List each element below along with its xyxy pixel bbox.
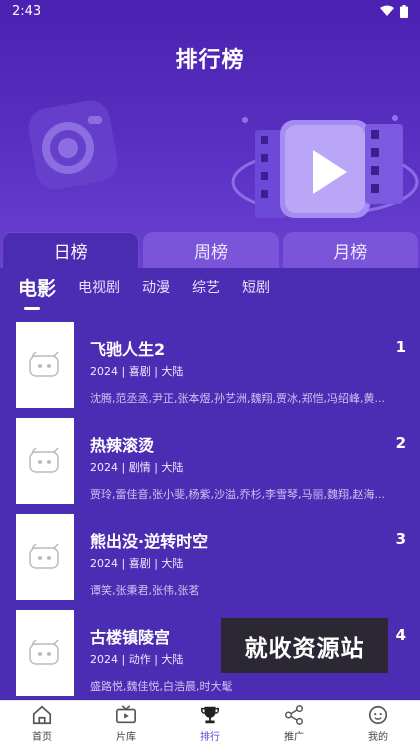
category-tab-variety[interactable]: 综艺: [192, 277, 220, 297]
category-tab-short[interactable]: 短剧: [242, 277, 270, 297]
placeholder-image-icon: [29, 640, 59, 665]
nav-label: 我的: [368, 732, 388, 743]
bottom-nav: 首页 片库 排行 推广 我的: [0, 700, 420, 746]
tab-monthly[interactable]: 月榜: [282, 232, 418, 268]
rank-number: 4: [395, 626, 406, 644]
movie-cast: 盛路悦,魏佳悦,白浩晨,时大髦: [90, 680, 233, 693]
battery-icon: [400, 4, 408, 18]
placeholder-image-icon: [29, 352, 59, 377]
profile-icon: [368, 705, 388, 725]
hero-banner: 2:43 排行榜: [0, 0, 420, 270]
poster-placeholder: [16, 514, 74, 600]
category-tab-anime[interactable]: 动漫: [142, 277, 170, 297]
movie-meta: 2024 | 剧情 | 大陆: [90, 461, 184, 474]
movie-meta: 2024 | 动作 | 大陆: [90, 653, 184, 666]
category-tab-movie[interactable]: 电影: [18, 274, 56, 310]
status-time: 2:43: [12, 3, 42, 19]
poster-placeholder: [16, 418, 74, 504]
home-icon: [32, 705, 52, 725]
nav-ranking[interactable]: 排行: [168, 701, 252, 746]
film-play-illustration: [231, 115, 419, 218]
poster-placeholder: [16, 322, 74, 408]
wifi-icon: [380, 5, 394, 16]
tab-daily[interactable]: 日榜: [2, 232, 140, 268]
list-item[interactable]: 飞驰人生2 2024 | 喜剧 | 大陆 沈腾,范丞丞,尹正,张本煜,孙艺洲,魏…: [0, 322, 420, 418]
nav-profile[interactable]: 我的: [336, 701, 420, 746]
movie-cast: 谭笑,张秉君,张伟,张茗: [90, 584, 200, 597]
nav-promote[interactable]: 推广: [252, 701, 336, 746]
nav-label: 首页: [32, 732, 52, 743]
movie-title: 古楼镇陵宫: [90, 628, 171, 647]
rank-number: 3: [395, 530, 406, 548]
watermark-overlay: 就收资源站: [221, 618, 388, 673]
movie-meta: 2024 | 喜剧 | 大陆: [90, 557, 184, 570]
tab-weekly[interactable]: 周榜: [143, 232, 279, 268]
camera-illustration: [28, 100, 118, 190]
share-icon: [285, 705, 303, 725]
movie-cast: 贾玲,雷佳音,张小斐,杨紫,沙溢,乔杉,李雪琴,马丽,魏翔,赵海...: [90, 488, 385, 501]
list-item[interactable]: 熊出没·逆转时空 2024 | 喜剧 | 大陆 谭笑,张秉君,张伟,张茗 3: [0, 514, 420, 610]
status-bar: 2:43: [0, 0, 420, 22]
trophy-icon: [201, 706, 219, 724]
list-item[interactable]: 热辣滚烫 2024 | 剧情 | 大陆 贾玲,雷佳音,张小斐,杨紫,沙溢,乔杉,…: [0, 418, 420, 514]
nav-label: 推广: [284, 732, 304, 743]
movie-title: 飞驰人生2: [90, 340, 166, 359]
movie-title: 热辣滚烫: [90, 436, 155, 455]
nav-home[interactable]: 首页: [0, 701, 84, 746]
category-tab-tv[interactable]: 电视剧: [78, 277, 120, 297]
nav-label: 片库: [116, 732, 136, 743]
placeholder-image-icon: [29, 448, 59, 473]
nav-library[interactable]: 片库: [84, 701, 168, 746]
poster-placeholder: [16, 610, 74, 696]
page-title: 排行榜: [175, 48, 245, 73]
movie-title: 熊出没·逆转时空: [90, 532, 209, 551]
rank-number: 1: [395, 338, 406, 356]
tv-icon: [116, 705, 136, 724]
status-icons: [380, 4, 408, 18]
movie-meta: 2024 | 喜剧 | 大陆: [90, 365, 184, 378]
placeholder-image-icon: [29, 544, 59, 569]
rank-number: 2: [395, 434, 406, 452]
movie-cast: 沈腾,范丞丞,尹正,张本煜,孙艺洲,魏翔,贾冰,郑恺,冯绍峰,黄...: [90, 392, 385, 405]
category-tabs: 电影 电视剧 动漫 综艺 短剧: [0, 268, 420, 310]
period-tabs: 日榜 周榜 月榜: [0, 232, 420, 268]
nav-label: 排行: [200, 732, 220, 743]
